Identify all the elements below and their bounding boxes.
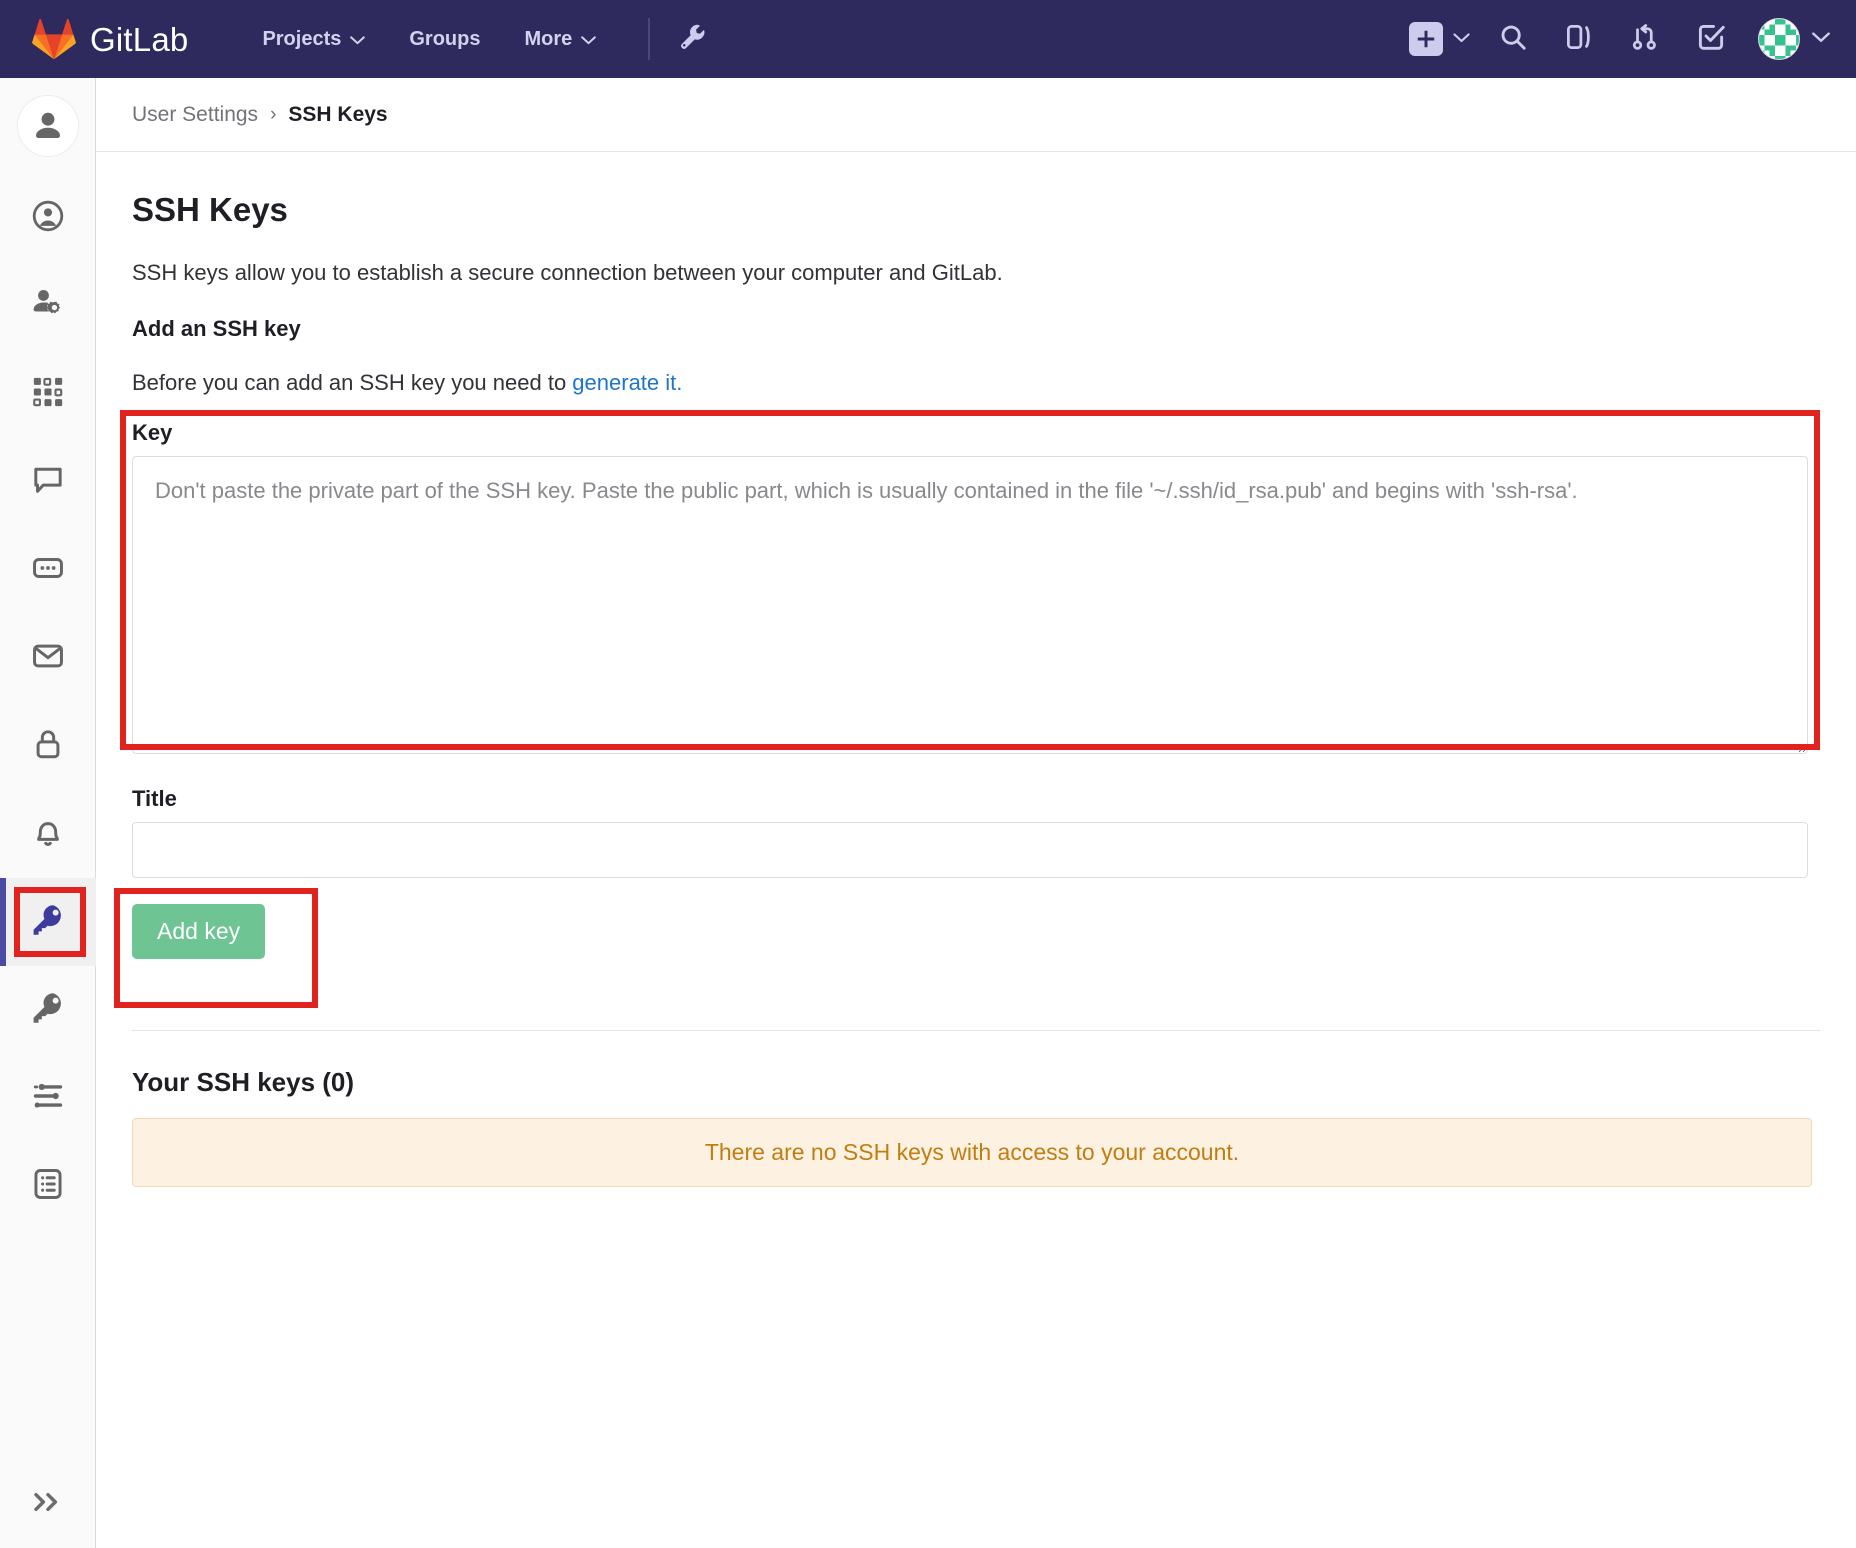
main-content: User Settings › SSH Keys SSH Keys SSH ke… <box>96 78 1856 1548</box>
issues-button[interactable] <box>1546 13 1612 65</box>
sidebar-item-ssh-keys[interactable] <box>0 878 96 966</box>
nav-item-more-label: More <box>524 27 573 50</box>
submit-area: Add key <box>114 887 1820 1008</box>
key-field-label: Key <box>132 419 173 445</box>
user-menu-button[interactable] <box>1744 18 1830 60</box>
breadcrumb-current: SSH Keys <box>288 102 388 126</box>
key-icon <box>30 902 66 943</box>
sidebar-item-access-tokens[interactable] <box>0 526 96 614</box>
nav-item-groups[interactable]: Groups <box>387 18 502 61</box>
list-document-icon <box>31 1167 65 1206</box>
add-key-button[interactable]: Add key <box>132 903 266 959</box>
sidebar-item-active-sessions[interactable] <box>0 1142 96 1230</box>
key-outline-icon <box>30 990 66 1031</box>
search-button[interactable] <box>1480 13 1546 65</box>
chevron-down-icon <box>581 28 597 51</box>
title-field-group: Title <box>132 786 1820 878</box>
chevron-down-icon <box>350 28 366 51</box>
merge-request-icon <box>1630 22 1660 57</box>
brand-text: GitLab <box>90 20 189 58</box>
primary-nav: Projects Groups More <box>240 18 618 61</box>
generate-it-link[interactable]: generate it. <box>572 370 682 395</box>
chat-icon <box>31 463 65 502</box>
issues-icon <box>1564 22 1594 57</box>
navbar-actions <box>1395 13 1830 65</box>
key-field-group: Key <box>120 409 1820 754</box>
nav-divider <box>648 18 651 60</box>
brand-home-link[interactable]: GitLab <box>32 18 188 60</box>
generate-hint-prefix: Before you can add an SSH key you need t… <box>132 369 573 395</box>
sidebar-item-account[interactable] <box>0 262 96 350</box>
title-field-label: Title <box>132 785 177 811</box>
access-tokens-icon <box>31 551 65 590</box>
add-ssh-key-subheading: Add an SSH key <box>132 315 301 341</box>
wrench-icon <box>678 22 708 57</box>
title-input[interactable] <box>132 821 1808 878</box>
generate-hint: Before you can add an SSH key you need t… <box>132 368 1820 398</box>
no-keys-alert: There are no SSH keys with access to you… <box>132 1117 1812 1187</box>
avatar <box>1758 18 1800 60</box>
nav-item-projects-label: Projects <box>262 27 342 50</box>
merge-requests-button[interactable] <box>1612 13 1678 65</box>
applications-grid-icon <box>31 375 65 414</box>
section-divider <box>132 1029 1820 1031</box>
todos-button[interactable] <box>1678 13 1744 65</box>
page-title: SSH Keys <box>132 191 288 228</box>
page-body: SSH Keys SSH keys allow you to establish… <box>96 152 1856 1187</box>
your-ssh-keys-heading: Your SSH keys (0) <box>132 1066 355 1097</box>
todo-check-icon <box>1696 22 1726 57</box>
nav-item-more[interactable]: More <box>503 18 619 61</box>
left-sidebar <box>0 78 96 1548</box>
chevron-down-icon <box>1453 30 1470 48</box>
nav-item-groups-label: Groups <box>409 27 481 50</box>
breadcrumb-parent[interactable]: User Settings <box>132 103 258 127</box>
breadcrumb-separator: › <box>270 103 277 125</box>
chevron-down-icon <box>1812 30 1830 48</box>
search-icon <box>1498 22 1528 57</box>
bell-icon <box>31 815 65 854</box>
gitlab-logo-icon <box>32 18 76 60</box>
sidebar-item-gpg-keys[interactable] <box>0 966 96 1054</box>
breadcrumb: User Settings › SSH Keys <box>96 78 1856 152</box>
chevron-double-right-icon <box>31 1490 65 1519</box>
admin-wrench-button[interactable] <box>678 22 708 57</box>
new-item-dropdown[interactable] <box>1395 22 1480 56</box>
sidebar-item-applications[interactable] <box>0 350 96 438</box>
user-settings-icon <box>30 286 66 327</box>
sidebar-item-profile[interactable] <box>0 174 96 262</box>
account-circle-icon <box>30 198 66 239</box>
sidebar-item-profile-avatar[interactable] <box>0 78 96 174</box>
sidebar-item-password[interactable] <box>0 702 96 790</box>
sidebar-item-emails[interactable] <box>0 614 96 702</box>
key-input[interactable] <box>132 455 1808 754</box>
page-description: SSH keys allow you to establish a secure… <box>132 260 1003 286</box>
sidebar-item-chat[interactable] <box>0 438 96 526</box>
nav-item-projects[interactable]: Projects <box>240 18 387 61</box>
sidebar-item-preferences[interactable] <box>0 1054 96 1142</box>
sidebar-item-notifications[interactable] <box>0 790 96 878</box>
preferences-sliders-icon <box>31 1079 65 1118</box>
lock-icon <box>31 727 65 766</box>
sidebar-expand-button[interactable] <box>0 1460 96 1548</box>
plus-square-icon <box>1409 22 1443 56</box>
top-navbar: GitLab Projects Groups More <box>0 0 1856 78</box>
user-avatar-icon <box>17 95 79 157</box>
email-icon <box>31 639 65 678</box>
